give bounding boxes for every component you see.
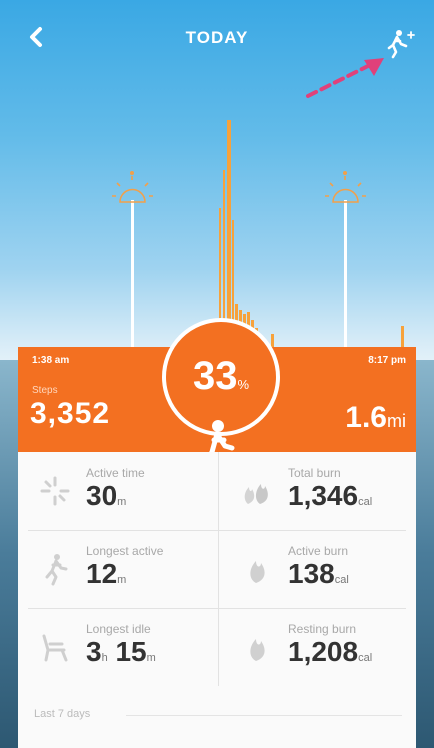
flame-icon bbox=[250, 561, 265, 583]
page-title: TODAY bbox=[185, 28, 249, 47]
burst-icon bbox=[40, 476, 70, 506]
sunset-marker bbox=[325, 171, 366, 348]
stat-active-time[interactable]: Active time 30m bbox=[18, 452, 214, 530]
grid-divider-vertical bbox=[218, 452, 219, 686]
sunrise-marker bbox=[112, 171, 153, 348]
end-time: 8:17 pm bbox=[368, 355, 406, 366]
stat-label: Resting burn bbox=[288, 622, 357, 636]
distance-value: 1.6mi bbox=[345, 401, 406, 434]
background-edge-left bbox=[0, 360, 18, 748]
flame-cluster-icon bbox=[244, 484, 268, 504]
stats-grid: Active time 30m Total burn 1,346cal Long… bbox=[18, 452, 416, 748]
stat-label: Active burn bbox=[288, 544, 349, 558]
sunrise-icon bbox=[112, 171, 153, 203]
stat-resting-burn[interactable]: Resting burn 1,208cal bbox=[220, 608, 416, 686]
stat-value: 1,208cal bbox=[288, 636, 373, 667]
background-edge-right bbox=[416, 360, 434, 748]
stat-value: 30m bbox=[86, 480, 127, 511]
stat-active-burn[interactable]: Active burn 138cal bbox=[220, 530, 416, 608]
distance-unit: mi bbox=[387, 411, 406, 431]
sunset-icon bbox=[325, 171, 366, 203]
annotation-arrow bbox=[306, 58, 384, 98]
running-man-icon bbox=[45, 554, 68, 586]
steps-value: 3,352 bbox=[30, 397, 111, 430]
stat-value: 3h 15m bbox=[86, 636, 156, 667]
divider bbox=[126, 715, 402, 716]
chair-icon bbox=[42, 634, 68, 662]
stat-value: 1,346cal bbox=[288, 480, 373, 511]
stat-label: Active time bbox=[86, 466, 145, 480]
stat-longest-active[interactable]: Longest active 12m bbox=[18, 530, 214, 608]
stat-label: Longest active bbox=[86, 544, 164, 558]
stat-value: 12m bbox=[86, 558, 127, 589]
flame-icon bbox=[250, 639, 265, 661]
last-7-days-label[interactable]: Last 7 days bbox=[34, 708, 90, 720]
stat-label: Total burn bbox=[288, 466, 341, 480]
start-time: 1:38 am bbox=[32, 355, 70, 366]
stat-label: Longest idle bbox=[86, 622, 151, 636]
steps-label: Steps bbox=[32, 385, 58, 396]
step-bars bbox=[219, 120, 404, 348]
stat-longest-idle[interactable]: Longest idle 3h 15m bbox=[18, 608, 214, 686]
stat-value: 138cal bbox=[288, 558, 349, 589]
goal-percent: 33% bbox=[192, 354, 250, 398]
stat-total-burn[interactable]: Total burn 1,346cal bbox=[220, 452, 416, 530]
activity-timeline-chart bbox=[112, 120, 404, 348]
